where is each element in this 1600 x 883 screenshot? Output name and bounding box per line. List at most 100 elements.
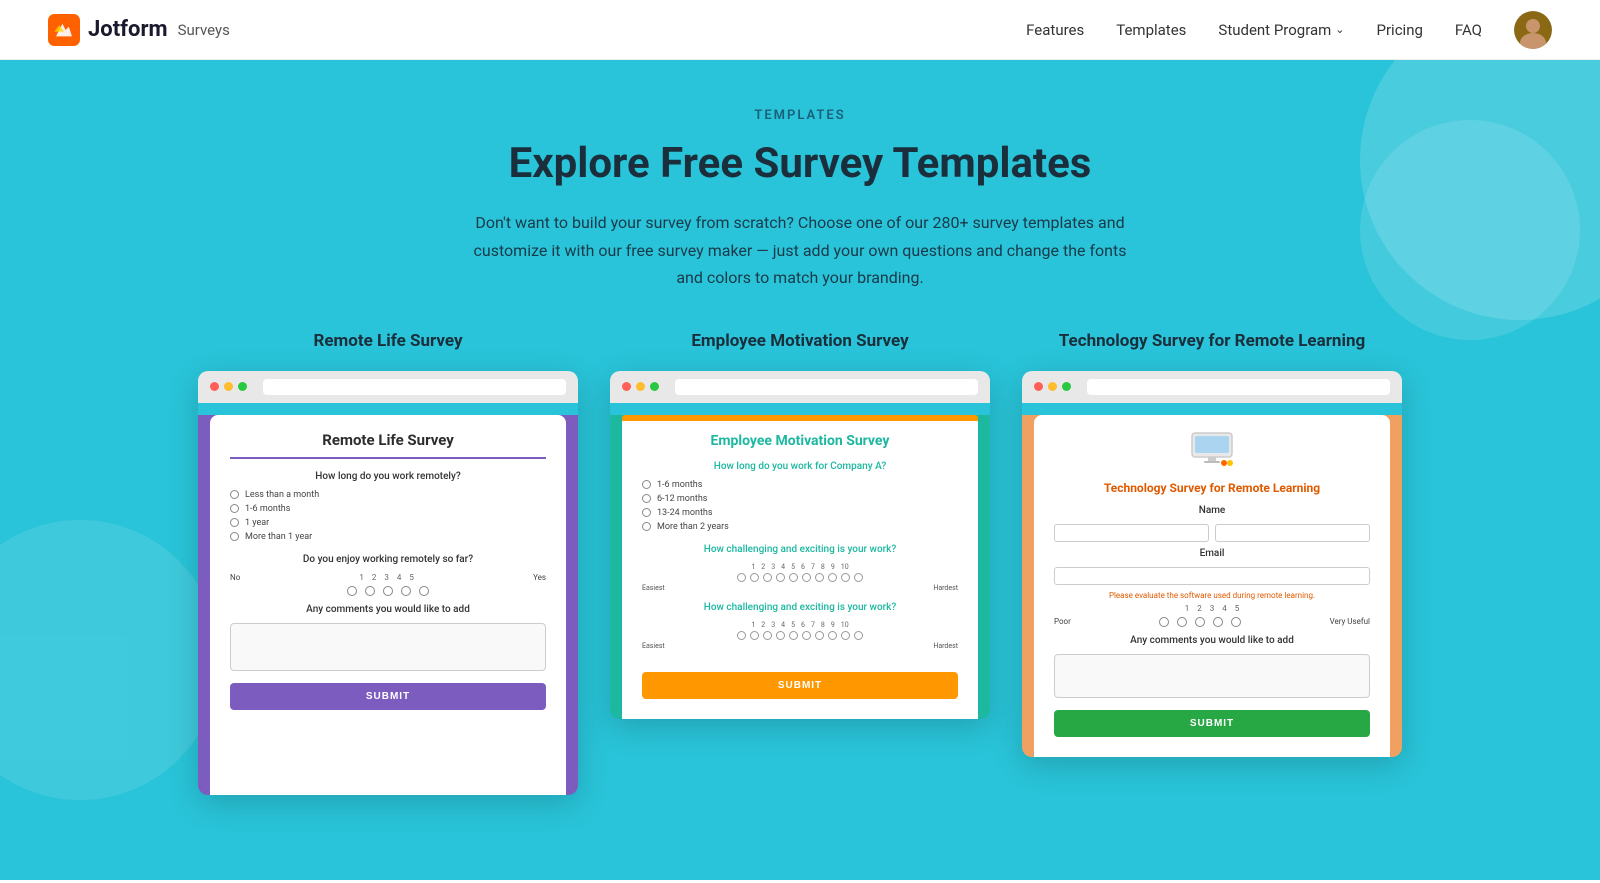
emp-option-0: 1-6 months (642, 480, 958, 490)
form-title-remote-life: Remote Life Survey (230, 431, 546, 459)
form-option-1: 1-6 months (230, 504, 546, 514)
browser-dots-2 (622, 382, 659, 391)
name-inputs (1054, 524, 1370, 542)
browser-mock-1: Remote Life Survey How long do you work … (198, 371, 578, 795)
dot-green-3 (1062, 382, 1071, 391)
scale-c-4 (401, 586, 411, 596)
scale-circles-3 (737, 631, 863, 640)
comments-box-3[interactable] (1054, 654, 1370, 698)
scale-labels-2: Easiest Hardest (642, 584, 958, 592)
scale-right-label: Yes (533, 573, 546, 582)
scale-numbers-3: 1 2 3 4 5 (1185, 604, 1240, 613)
dot-red-3 (1034, 382, 1043, 391)
user-avatar[interactable] (1514, 11, 1552, 49)
form-inner-1: Remote Life Survey How long do you work … (210, 415, 566, 795)
dot-yellow-3 (1048, 382, 1057, 391)
emp-option-2: 13-24 months (642, 508, 958, 518)
card-title-tech: Technology Survey for Remote Learning (1059, 331, 1365, 351)
nav-pricing[interactable]: Pricing (1377, 21, 1423, 39)
card-employee-motivation[interactable]: Employee Motivation Survey Emplo (610, 331, 990, 719)
form-q1-employee: How long do you work for Company A? (642, 461, 958, 472)
radio-0 (230, 490, 239, 499)
browser-bar-3 (1022, 371, 1402, 403)
hero-description: Don't want to build your survey from scr… (460, 209, 1140, 291)
emp-radio-3 (642, 522, 651, 531)
radio-2 (230, 518, 239, 527)
scale-section-tech: 1 2 3 4 5 Poor (1054, 604, 1370, 627)
form-title-employee: Employee Motivation Survey (642, 433, 958, 449)
scale-labels-3: Easiest Hardest (642, 642, 958, 650)
logo-text: Jotform (88, 17, 168, 42)
form-title-tech: Technology Survey for Remote Learning (1054, 481, 1370, 495)
scale-circles-tech (1159, 617, 1241, 627)
comments-label-3: Any comments you would like to add (1054, 635, 1370, 646)
form-card-3: Technology Survey for Remote Learning Na… (1022, 415, 1402, 757)
form-option-0: Less than a month (230, 490, 546, 500)
nav-links: Features Templates Student Program ⌄ Pri… (1026, 11, 1552, 49)
card-remote-life[interactable]: Remote Life Survey Remote Life Survey (198, 331, 578, 795)
card-tech-remote[interactable]: Technology Survey for Remote Learning (1022, 331, 1402, 757)
form-top-bar (622, 415, 978, 421)
hero-label: TEMPLATES (48, 108, 1552, 123)
nav-features[interactable]: Features (1026, 21, 1084, 39)
dot-yellow-1 (224, 382, 233, 391)
name-last-input[interactable] (1215, 524, 1370, 542)
form-q2-employee: How challenging and exciting is your wor… (642, 544, 958, 555)
browser-dots-3 (1034, 382, 1071, 391)
scale-circles-row-3: Poor Very Useful (1054, 617, 1370, 627)
form-options-employee: 1-6 months 6-12 months 13-24 months (642, 480, 958, 532)
submit-btn-tech[interactable]: SUBMIT (1054, 710, 1370, 737)
form-option-3: More than 1 year (230, 532, 546, 542)
scale-left-3: Poor (1054, 617, 1071, 626)
email-input[interactable] (1054, 567, 1370, 585)
browser-dots-1 (210, 382, 247, 391)
scale-nums-row-3: 1 2 3 4 5 (1054, 604, 1370, 613)
comments-box-1[interactable] (230, 623, 546, 671)
hero-section: TEMPLATES Explore Free Survey Templates … (0, 60, 1600, 880)
form-q2-remote: Do you enjoy working remotely so far? (230, 554, 546, 565)
form-inner-3: Technology Survey for Remote Learning Na… (1034, 415, 1390, 757)
emp-radio-0 (642, 480, 651, 489)
submit-btn-remote[interactable]: SUBMIT (230, 683, 546, 710)
scale-left-label: No (230, 573, 240, 582)
form-card-2: Employee Motivation Survey How long do y… (610, 415, 990, 719)
radio-1 (230, 504, 239, 513)
browser-mock-2: Employee Motivation Survey How long do y… (610, 371, 990, 719)
logo-sub: Surveys (178, 21, 230, 39)
emp-radio-2 (642, 508, 651, 517)
cards-row: Remote Life Survey Remote Life Survey (96, 331, 1504, 795)
dot-red-1 (210, 382, 219, 391)
form-option-2: 1 year (230, 518, 546, 528)
nav-faq[interactable]: FAQ (1455, 21, 1482, 39)
scale-circles-row (230, 586, 546, 596)
scale-section-3: 12345 678910 (642, 621, 958, 650)
navbar: Jotform Surveys Features Templates Stude… (0, 0, 1600, 60)
chevron-down-icon: ⌄ (1335, 23, 1344, 36)
nav-templates[interactable]: Templates (1116, 21, 1186, 39)
emp-option-3: More than 2 years (642, 522, 958, 532)
browser-url-1 (263, 379, 566, 395)
browser-url-3 (1087, 379, 1390, 395)
dot-red-2 (622, 382, 631, 391)
scale-c-2 (365, 586, 375, 596)
nav-student-program[interactable]: Student Program ⌄ (1218, 21, 1344, 39)
emp-radio-1 (642, 494, 651, 503)
scale-section-1: No 1 2 3 4 5 Yes (230, 573, 546, 596)
browser-bar-2 (610, 371, 990, 403)
cards-section: Remote Life Survey Remote Life Survey (48, 331, 1552, 795)
name-first-input[interactable] (1054, 524, 1209, 542)
submit-btn-employee[interactable]: SUBMIT (642, 672, 958, 699)
browser-bar-1 (198, 371, 578, 403)
scale-circles (347, 586, 429, 596)
scale-nums-3: 12345 678910 (751, 621, 848, 629)
scale-section-2: 12345 678910 (642, 563, 958, 592)
scale-nums-2: 12345 678910 (751, 563, 848, 571)
dot-green-2 (650, 382, 659, 391)
browser-url-2 (675, 379, 978, 395)
avatar-image (1514, 11, 1552, 49)
scale-nums-row: No 1 2 3 4 5 Yes (230, 573, 546, 582)
form-options-remote: Less than a month 1-6 months 1 year (230, 490, 546, 542)
hero-blob-2 (1360, 120, 1580, 340)
jotform-logo-icon (48, 14, 80, 46)
logo[interactable]: Jotform Surveys (48, 14, 230, 46)
